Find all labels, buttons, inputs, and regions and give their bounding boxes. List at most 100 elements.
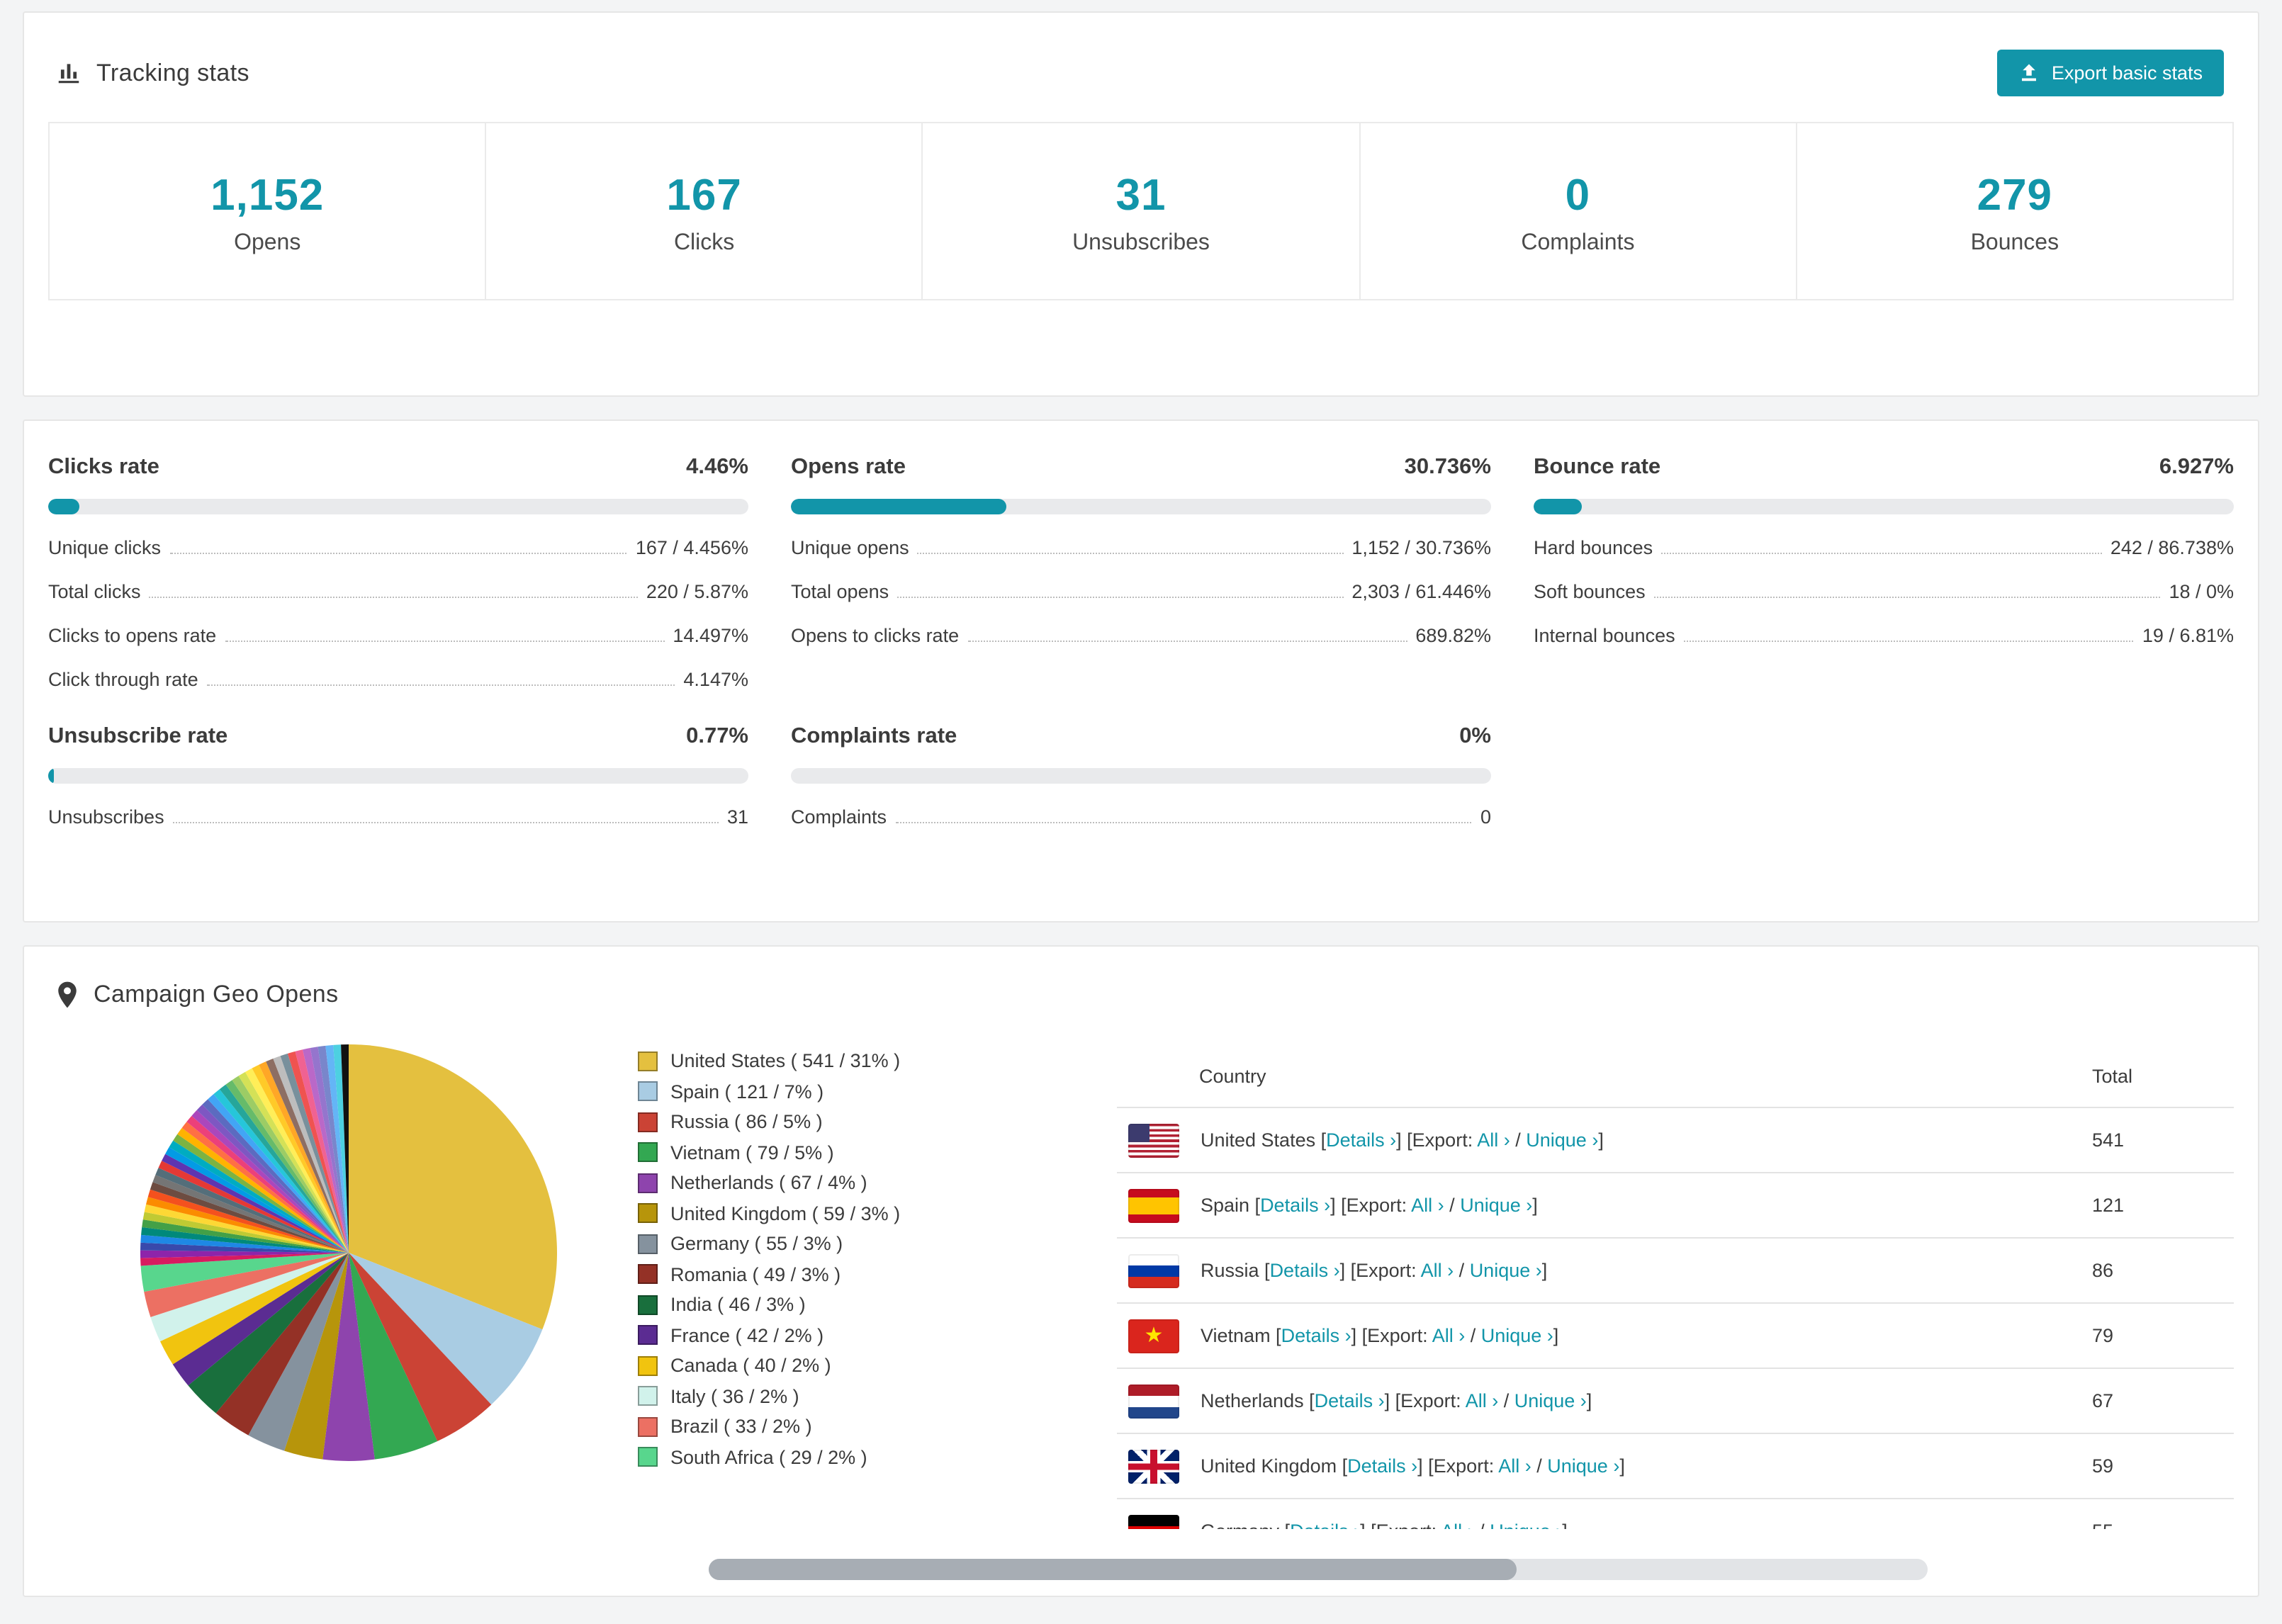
export-unique-link[interactable]: Unique › [1490,1521,1562,1529]
rate-block: Clicks rate 4.46% Unique clicks 167 / 4.… [48,455,748,690]
export-all-link[interactable]: All › [1477,1129,1510,1151]
legend-swatch [638,1295,658,1314]
total-cell: 541 [2092,1129,2125,1151]
geo-opens-header: Campaign Geo Opens [24,947,2258,1017]
details-link[interactable]: Details › [1347,1455,1417,1477]
dashboard-page: Tracking stats Export basic stats 1,152 … [0,0,2282,1624]
stat-line-label: Unsubscribes [48,806,164,828]
legend-label: South Africa ( 29 / 2% ) [670,1446,867,1467]
legend-item: France ( 42 / 2% ) [638,1324,1106,1346]
details-link[interactable]: Details › [1270,1260,1340,1281]
export-all-link[interactable]: All › [1441,1521,1474,1529]
export-unique-link[interactable]: Unique › [1481,1325,1553,1346]
legend-item: Italy ( 36 / 2% ) [638,1385,1106,1406]
total-cell: 86 [2092,1260,2114,1281]
rates-card: Clicks rate 4.46% Unique clicks 167 / 4.… [23,419,2259,923]
stat-line-value: 689.82% [1415,625,1491,646]
export-unique-link[interactable]: Unique › [1526,1129,1598,1151]
stat-line-value: 1,152 / 30.736% [1351,537,1491,558]
horizontal-scrollbar-track[interactable] [709,1559,1928,1580]
stat-value: 31 [1115,170,1167,220]
rate-percent: 4.46% [686,455,748,479]
progress-bar [791,768,1491,784]
stat-line: Total opens 2,303 / 61.446% [791,581,1491,602]
stat-line-value: 19 / 6.81% [2142,625,2234,646]
stat-label: Clicks [673,231,735,255]
export-all-link[interactable]: All › [1498,1455,1531,1477]
legend-swatch [638,1264,658,1284]
details-link[interactable]: Details › [1260,1195,1330,1216]
details-link[interactable]: Details › [1281,1325,1351,1346]
stat-line: Soft bounces 18 / 0% [1534,581,2234,602]
rate-title: Complaints rate [791,724,957,748]
export-unique-link[interactable]: Unique › [1460,1195,1532,1216]
rate-title: Clicks rate [48,455,159,479]
legend-swatch [638,1386,658,1406]
stat-cell: 31 Unsubscribes [921,122,1361,300]
export-icon [2019,62,2040,84]
total-cell: 59 [2092,1455,2114,1477]
stat-value: 1,152 [210,170,325,220]
stat-line: Total clicks 220 / 5.87% [48,581,748,602]
rate-title: Unsubscribe rate [48,724,228,748]
legend-label: Italy ( 36 / 2% ) [670,1385,799,1406]
legend-label: Romania ( 49 / 3% ) [670,1263,841,1285]
stat-line: Unique clicks 167 / 4.456% [48,537,748,558]
rate-header: Opens rate 30.736% [791,455,1491,480]
tracking-stats-card: Tracking stats Export basic stats 1,152 … [23,11,2259,397]
progress-bar [1534,499,2234,514]
stat-line-label: Total clicks [48,581,141,602]
stat-line-label: Unique opens [791,537,909,558]
details-link[interactable]: Details › [1315,1390,1385,1411]
dotted-leader [897,597,1344,598]
legend-swatch [638,1325,658,1345]
country-cell: Germany [Details ›] [Export: All › / Uni… [1201,1521,2092,1529]
rate-block: Bounce rate 6.927% Hard bounces 242 / 86… [1534,455,2234,690]
stat-line: Unique opens 1,152 / 30.736% [791,537,1491,558]
legend-item: India ( 46 / 3% ) [638,1294,1106,1315]
legend-item: Romania ( 49 / 3% ) [638,1263,1106,1285]
legend-label: Spain ( 121 / 7% ) [670,1081,824,1102]
export-all-link[interactable]: All › [1421,1260,1454,1281]
legend-item: South Africa ( 29 / 2% ) [638,1446,1106,1467]
export-unique-link[interactable]: Unique › [1547,1455,1619,1477]
total-cell: 55 [2092,1521,2234,1529]
export-unique-link[interactable]: Unique › [1514,1390,1587,1411]
country-cell: Spain [Details ›] [Export: All › / Uniqu… [1201,1195,1538,1216]
flag-icon-de [1128,1514,1179,1529]
export-all-link[interactable]: All › [1432,1325,1466,1346]
stat-cell: 1,152 Opens [48,122,487,300]
details-link[interactable]: Details › [1326,1129,1396,1151]
total-cell: 79 [2092,1325,2114,1346]
stat-line-label: Unique clicks [48,537,162,558]
legend-item: Spain ( 121 / 7% ) [638,1081,1106,1102]
total-cell: 67 [2092,1390,2114,1411]
stat-line-value: 167 / 4.456% [635,537,748,558]
export-unique-link[interactable]: Unique › [1470,1260,1542,1281]
legend-label: Brazil ( 33 / 2% ) [670,1416,812,1437]
stat-cell: 167 Clicks [485,122,923,300]
export-all-link[interactable]: All › [1466,1390,1499,1411]
stat-cell: 279 Bounces [1795,122,2235,300]
legend-label: Russia ( 86 / 5% ) [670,1111,823,1132]
stat-label: Complaints [1521,231,1635,255]
table-row: ★ Vietnam [Details ›] [Export: All › / U… [1117,1302,2234,1368]
horizontal-scrollbar-thumb[interactable] [709,1559,1517,1580]
stat-line: Opens to clicks rate 689.82% [791,625,1491,646]
export-all-link[interactable]: All › [1411,1195,1444,1216]
legend-label: India ( 46 / 3% ) [670,1294,806,1315]
progress-bar-fill [48,499,80,514]
legend-swatch [638,1447,658,1467]
dotted-leader [172,822,719,823]
export-basic-stats-button[interactable]: Export basic stats [1997,50,2224,96]
legend-item: Brazil ( 33 / 2% ) [638,1416,1106,1437]
stat-line-value: 242 / 86.738% [2110,537,2234,558]
legend-item: Netherlands ( 67 / 4% ) [638,1172,1106,1193]
legend-item: Canada ( 40 / 2% ) [638,1355,1106,1376]
flag-icon-vn: ★ [1128,1319,1179,1353]
legend-item: Russia ( 86 / 5% ) [638,1111,1106,1132]
details-link[interactable]: Details › [1290,1521,1360,1529]
stat-line-value: 18 / 0% [2169,581,2234,602]
legend-label: Canada ( 40 / 2% ) [670,1355,831,1376]
stats-row: 1,152 Opens 167 Clicks 31 Unsubscribes 0… [48,122,2235,300]
